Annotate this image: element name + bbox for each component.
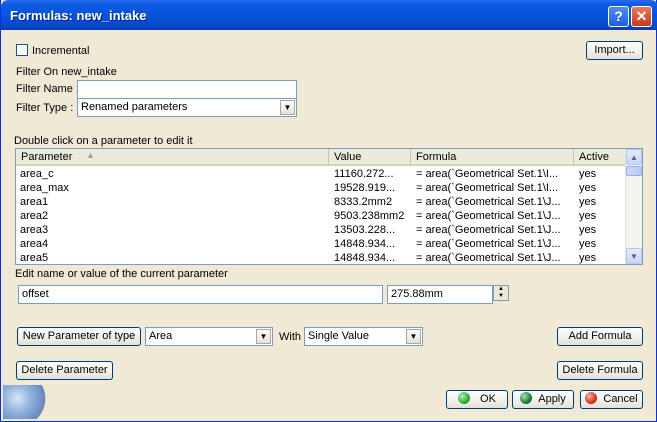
cell-formula: = area(`Geometrical Set.1\J... xyxy=(416,196,561,208)
column-header-active[interactable]: Active xyxy=(574,149,626,166)
cell-formula: = area(`Geometrical Set.1\J... xyxy=(416,224,561,236)
parameter-list[interactable]: Parameter ▲ Value Formula Active area_c … xyxy=(15,148,643,265)
with-label: With xyxy=(279,331,301,343)
edit-value-input[interactable]: 275.88mm xyxy=(387,285,493,304)
filter-name-input[interactable] xyxy=(77,80,297,99)
delete-formula-button[interactable]: Delete Formula xyxy=(557,361,643,380)
with-select[interactable]: Single Value ▼ xyxy=(304,327,423,346)
column-header-formula[interactable]: Formula xyxy=(411,149,574,166)
apply-icon xyxy=(520,392,533,404)
title-bar[interactable]: Formulas: new_intake ? ✕ xyxy=(1,0,657,30)
filter-name-label: Filter Name : xyxy=(16,83,79,95)
cell-formula: = area(`Geometrical Set.1\J... xyxy=(416,252,561,264)
cell-parameter: area4 xyxy=(20,238,49,250)
spinner-down-icon[interactable]: ▼ xyxy=(494,293,508,300)
cell-active: yes xyxy=(579,238,597,250)
cell-value: 19528.919... xyxy=(334,182,396,194)
ok-icon xyxy=(458,392,471,404)
edit-label: Edit name or value of the current parame… xyxy=(15,268,228,280)
column-header-value[interactable]: Value xyxy=(329,149,411,166)
chevron-down-icon[interactable]: ▼ xyxy=(280,100,295,115)
cell-active: yes xyxy=(579,224,597,236)
cell-parameter: area2 xyxy=(20,210,49,222)
cell-active: yes xyxy=(579,196,597,208)
with-value: Single Value xyxy=(308,330,369,342)
cancel-label: Cancel xyxy=(603,393,638,405)
edit-name-input[interactable]: offset xyxy=(18,285,383,304)
cell-value: 14848.934... xyxy=(334,252,396,264)
cell-value: 8333.2mm2 xyxy=(334,196,393,208)
cell-active: yes xyxy=(579,210,597,222)
incremental-label: Incremental xyxy=(32,45,90,57)
cell-value: 9503.238mm2 xyxy=(334,210,405,222)
cancel-button[interactable]: Cancel xyxy=(580,390,643,409)
cell-active: yes xyxy=(579,252,597,264)
spinner-up-icon[interactable]: ▲ xyxy=(494,286,508,293)
filter-type-select[interactable]: Renamed parameters ▼ xyxy=(77,98,297,117)
cell-parameter: area_c xyxy=(20,168,54,180)
filter-type-label: Filter Type : xyxy=(16,102,74,114)
new-parameter-button[interactable]: New Parameter of type xyxy=(17,327,141,346)
help-button[interactable]: ? xyxy=(608,6,629,27)
apply-label: Apply xyxy=(538,393,566,405)
scroll-down-icon[interactable]: ▼ xyxy=(626,248,642,264)
scroll-thumb[interactable] xyxy=(626,166,642,176)
cell-value: 13503.228... xyxy=(334,224,396,236)
cancel-icon xyxy=(585,392,598,404)
cell-formula: = area(`Geometrical Set.1\I... xyxy=(416,168,559,180)
cell-parameter: area5 xyxy=(20,252,49,264)
ok-button[interactable]: OK xyxy=(446,390,508,409)
cell-parameter: area3 xyxy=(20,224,49,236)
cell-value: 11160.272... xyxy=(334,168,394,180)
cell-value: 14848.934... xyxy=(334,238,396,250)
cell-formula: = area(`Geometrical Set.1\J... xyxy=(416,210,561,222)
ok-label: OK xyxy=(480,393,496,405)
import-button[interactable]: Import... xyxy=(586,41,643,60)
cell-parameter: area_max xyxy=(20,182,69,194)
sort-up-icon: ▲ xyxy=(86,150,95,160)
incremental-checkbox[interactable] xyxy=(16,44,28,56)
cell-parameter: area1 xyxy=(20,196,49,208)
chevron-down-icon[interactable]: ▼ xyxy=(256,329,271,344)
chevron-down-icon[interactable]: ▼ xyxy=(406,329,421,344)
window-title: Formulas: new_intake xyxy=(10,8,147,23)
column-header-parameter[interactable]: Parameter ▲ xyxy=(16,149,329,166)
add-formula-button[interactable]: Add Formula xyxy=(557,327,643,346)
cell-formula: = area(`Geometrical Set.1\I... xyxy=(416,182,559,194)
spinner-icon[interactable]: ▲ ▼ xyxy=(493,285,509,301)
cell-active: yes xyxy=(579,182,597,194)
apply-button[interactable]: Apply xyxy=(512,390,574,409)
list-scrollbar[interactable]: ▲ ▼ xyxy=(625,149,642,264)
filter-type-value: Renamed parameters xyxy=(81,101,188,113)
globe-logo-icon xyxy=(3,385,51,419)
scroll-up-icon[interactable]: ▲ xyxy=(626,149,642,165)
list-hint: Double click on a parameter to edit it xyxy=(14,135,193,147)
formulas-dialog: Formulas: new_intake ? ✕ Incremental Imp… xyxy=(0,0,657,422)
delete-parameter-button[interactable]: Delete Parameter xyxy=(16,361,113,380)
cell-active: yes xyxy=(579,168,597,180)
cell-formula: = area(`Geometrical Set.1\J... xyxy=(416,238,561,250)
column-header-parameter-label: Parameter xyxy=(21,151,73,163)
parameter-type-value: Area xyxy=(149,330,173,342)
filter-section-label: Filter On new_intake xyxy=(16,66,117,78)
close-button[interactable]: ✕ xyxy=(631,6,652,27)
parameter-type-select[interactable]: Area ▼ xyxy=(145,327,273,346)
